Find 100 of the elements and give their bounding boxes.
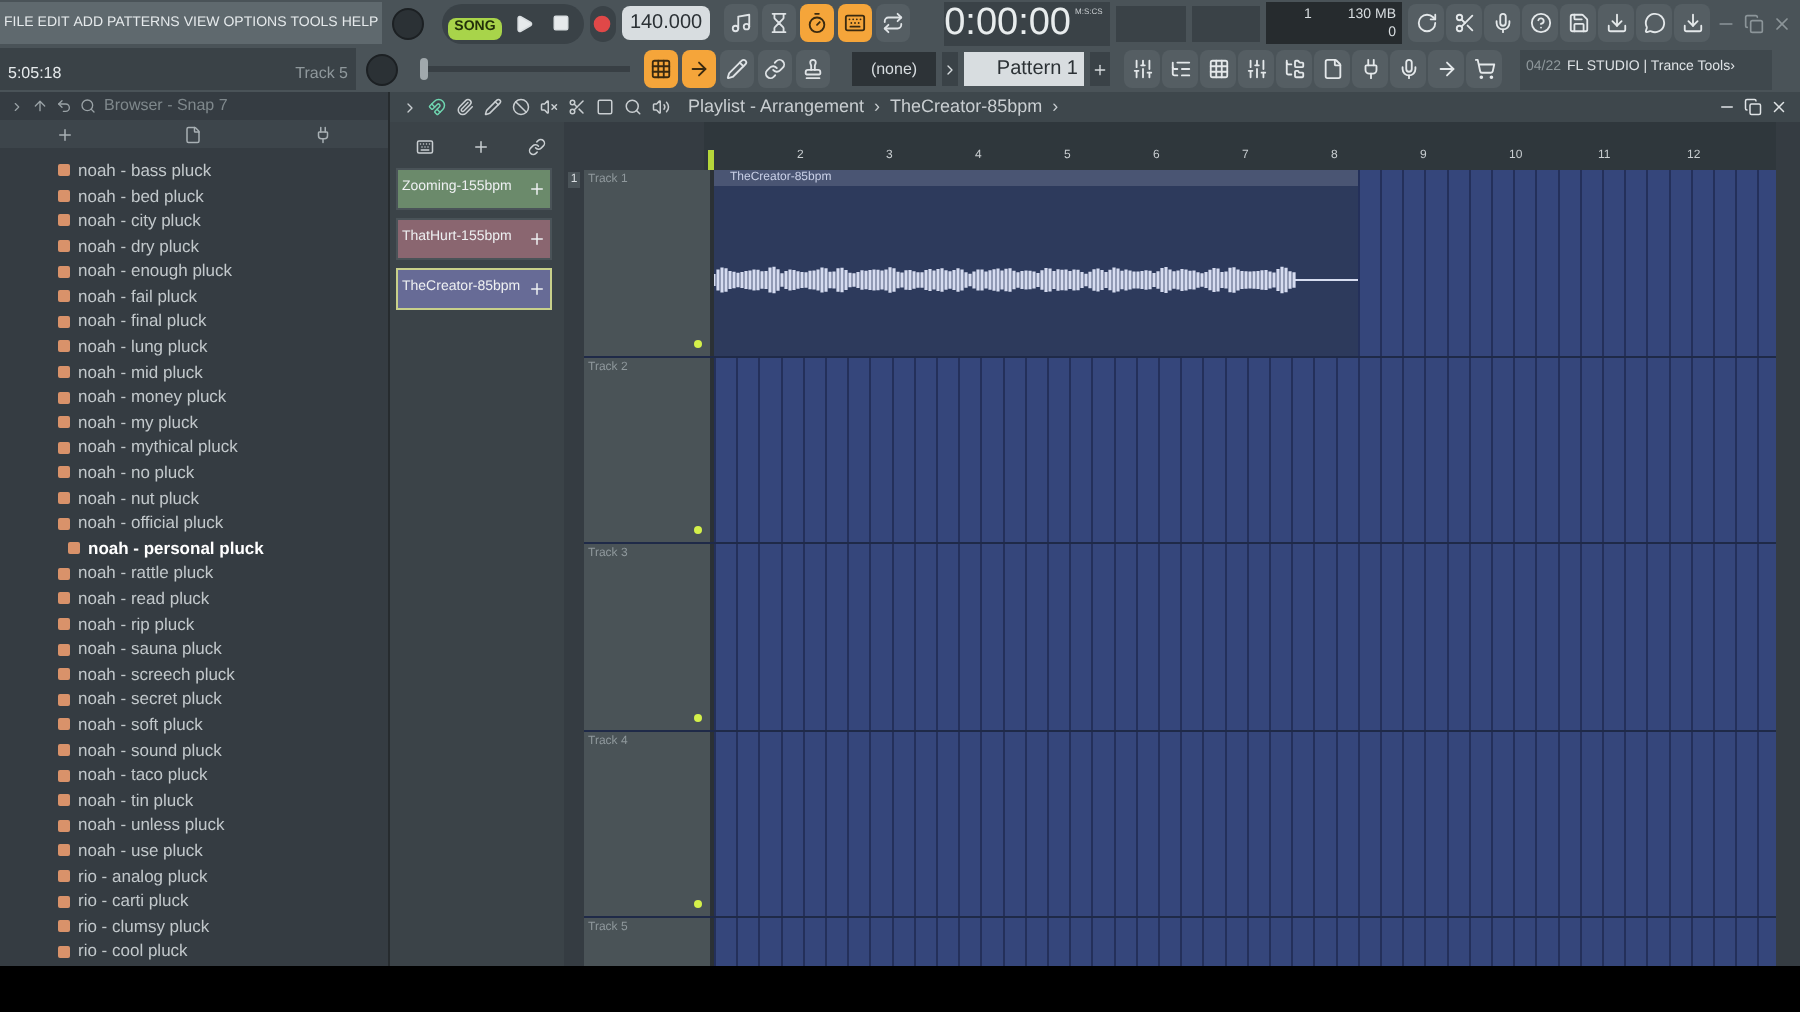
link-button[interactable] xyxy=(758,50,792,88)
record-button[interactable] xyxy=(589,5,616,41)
browser-item[interactable]: noah - rattle pluck xyxy=(0,561,388,587)
browser-item[interactable]: noah - final pluck xyxy=(0,309,388,335)
browser-item[interactable]: noah - sauna pluck xyxy=(0,636,388,662)
browser-item[interactable]: noah - screech pluck xyxy=(0,661,388,687)
browser-item[interactable]: noah - secret pluck xyxy=(0,686,388,713)
collapse-icon[interactable] xyxy=(10,99,24,113)
loop-button[interactable] xyxy=(876,4,911,42)
playback-icon[interactable] xyxy=(652,98,670,116)
chat-button[interactable] xyxy=(1636,4,1672,42)
plugin-icon xyxy=(1359,58,1381,80)
browser-item[interactable]: noah - bed pluck xyxy=(0,183,388,209)
browser-item[interactable]: noah - rip pluck xyxy=(0,611,388,637)
browser-item[interactable]: rio - analog pluck xyxy=(0,863,388,889)
mixer-icon xyxy=(1245,58,1267,80)
item-label: noah - nut pluck xyxy=(78,485,199,511)
clip-icon[interactable] xyxy=(456,98,474,116)
magnet-icon[interactable] xyxy=(428,98,446,116)
restore-icon[interactable] xyxy=(1744,98,1762,116)
search-icon[interactable] xyxy=(80,98,96,114)
browser-item[interactable]: noah - no pluck xyxy=(0,460,388,486)
track-led[interactable] xyxy=(694,713,702,721)
browser-item[interactable]: noah - sound pluck xyxy=(0,737,388,763)
browser-item[interactable]: noah - soft pluck xyxy=(0,712,388,738)
plus-icon[interactable] xyxy=(55,125,74,143)
channel-rack-button[interactable] xyxy=(1200,50,1236,88)
snap-dropdown[interactable]: (none) xyxy=(852,52,936,86)
browser-item[interactable]: noah - money pluck xyxy=(0,384,388,410)
browser-item[interactable]: noah - lung pluck xyxy=(0,334,388,360)
pattern-selector[interactable]: Pattern 1 xyxy=(964,52,1084,86)
browser-item[interactable]: noah - nut pluck xyxy=(0,485,388,511)
item-label: noah - fail pluck xyxy=(78,283,198,310)
export-button[interactable] xyxy=(1598,4,1634,42)
save-button[interactable] xyxy=(1560,4,1596,42)
tempo-display[interactable]: 140.000 xyxy=(621,6,711,40)
file-icon[interactable] xyxy=(184,125,203,143)
wait-button[interactable] xyxy=(762,4,797,42)
countdown-button[interactable] xyxy=(800,4,835,42)
add-pattern-button[interactable] xyxy=(1090,52,1110,86)
browser-item[interactable]: rio - clumsy pluck xyxy=(0,913,388,939)
arrow-button[interactable] xyxy=(682,50,716,88)
browser-item[interactable]: noah - bass pluck xyxy=(0,158,388,184)
loop-icon xyxy=(882,12,905,34)
touch-button[interactable] xyxy=(1390,50,1426,88)
browser-button[interactable] xyxy=(1276,50,1312,88)
track-led[interactable] xyxy=(694,339,702,347)
delete-icon[interactable] xyxy=(512,98,530,116)
playlist-button[interactable] xyxy=(1124,50,1160,88)
browser-item[interactable]: rio - carti pluck xyxy=(0,888,388,914)
mute-icon[interactable] xyxy=(540,98,558,116)
slice-icon[interactable] xyxy=(568,98,586,116)
zoom-icon[interactable] xyxy=(624,98,642,116)
mixer-button[interactable] xyxy=(1238,50,1274,88)
scrollbar[interactable] xyxy=(1776,122,1800,966)
select-icon[interactable] xyxy=(596,98,614,116)
track-led[interactable] xyxy=(694,526,702,534)
up-icon[interactable] xyxy=(32,98,48,114)
microphone-button[interactable] xyxy=(1484,4,1520,42)
item-label: noah - bed pluck xyxy=(78,183,204,209)
file-button[interactable] xyxy=(1314,50,1350,88)
download-button[interactable] xyxy=(1674,4,1710,42)
back-icon[interactable] xyxy=(56,98,72,114)
play-icon xyxy=(513,13,534,33)
plugin-button[interactable] xyxy=(1352,50,1388,88)
browser-item[interactable]: noah - mythical pluck xyxy=(0,435,388,461)
browser-item[interactable]: noah - unless pluck xyxy=(0,812,388,839)
pencil-icon[interactable] xyxy=(484,98,502,116)
refresh-button[interactable] xyxy=(1408,4,1444,42)
browser-item[interactable]: noah - use pluck xyxy=(0,838,388,864)
browser-item[interactable]: noah - enough pluck xyxy=(0,258,388,284)
step-button[interactable] xyxy=(838,4,873,42)
breadcrumb-separator: › xyxy=(1052,93,1059,120)
cart-button[interactable] xyxy=(1466,50,1502,88)
browser-item[interactable]: noah - tin pluck xyxy=(0,787,388,813)
item-label: noah - secret pluck xyxy=(78,686,222,713)
close-icon[interactable] xyxy=(1770,98,1788,116)
piano-icon[interactable] xyxy=(415,137,433,155)
pattern-arrow-button[interactable] xyxy=(942,52,958,86)
browser-item[interactable]: noah - personal pluck xyxy=(0,535,388,561)
browser-item[interactable]: noah - city pluck xyxy=(0,208,388,234)
browser-item[interactable]: noah - my pluck xyxy=(0,409,388,436)
browser-item[interactable]: noah - dry pluck xyxy=(0,233,388,259)
browser-item[interactable]: noah - fail pluck xyxy=(0,283,388,310)
browser-item[interactable]: noah - taco pluck xyxy=(0,762,388,788)
scissors-button[interactable] xyxy=(1446,4,1482,42)
track-led[interactable] xyxy=(694,900,702,908)
share-button[interactable] xyxy=(1428,50,1464,88)
help-button[interactable] xyxy=(1522,4,1558,42)
browser-item[interactable]: rio - cool pluck xyxy=(0,938,388,964)
browser-item[interactable]: noah - read pluck xyxy=(0,586,388,612)
brush-button[interactable] xyxy=(720,50,754,88)
browser-item[interactable]: noah - official pluck xyxy=(0,510,388,536)
stamp-button[interactable] xyxy=(796,50,830,88)
browser-item[interactable]: noah - mid pluck xyxy=(0,359,388,385)
plug-icon[interactable] xyxy=(314,125,333,143)
metronome-button[interactable] xyxy=(724,4,759,42)
slider-thumb[interactable] xyxy=(420,58,428,80)
piano-roll-button[interactable] xyxy=(1162,50,1198,88)
pattern-button[interactable] xyxy=(644,50,678,88)
